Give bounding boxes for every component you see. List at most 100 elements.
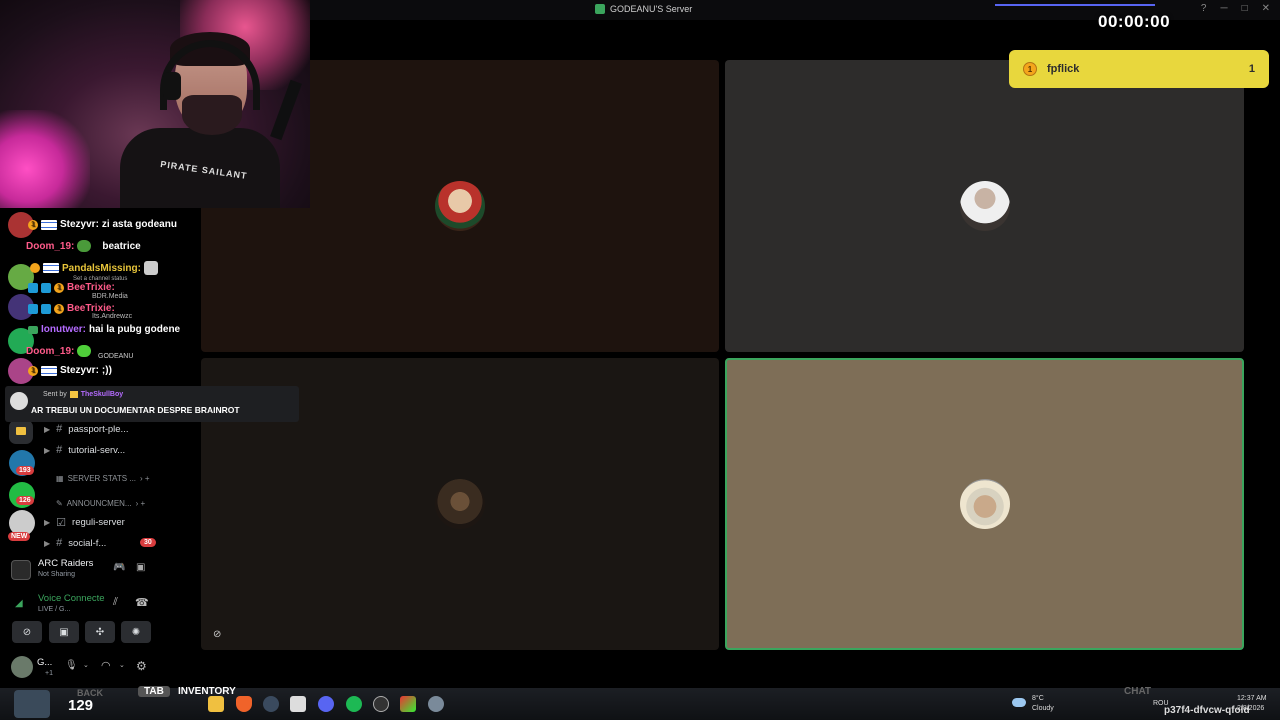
chat-user: Doom_19: — [26, 345, 75, 357]
muted-camera-icon: ⊘ — [213, 629, 222, 640]
weather-icon — [1012, 698, 1026, 707]
noise-suppression-icon[interactable]: ⫽ — [113, 596, 118, 609]
app-grid-icon[interactable] — [290, 696, 306, 712]
chat-user: Doom_19: — [26, 240, 75, 252]
channel-reguli[interactable]: ▶ ☑ reguli-server — [44, 516, 125, 529]
soundboard-icon: ✺ — [131, 626, 141, 638]
sub-badge-icon: 1 — [28, 219, 38, 230]
participant-avatar — [959, 479, 1010, 529]
overlay-chat-label: CHAT — [1124, 686, 1152, 697]
chat-user: PandalsMissing: — [62, 262, 141, 274]
badge-icon — [41, 303, 51, 314]
gear-icon[interactable]: ⚙ — [136, 659, 147, 673]
activity-title: ARC Raiders — [38, 558, 94, 569]
chat-text: zi asta godeanu — [101, 219, 177, 230]
webcam-overlay: PIRATE SAILANT — [0, 0, 310, 208]
category-server-stats[interactable]: ▦ SERVER STATS ... › + — [56, 474, 150, 483]
chat-text: beatrice — [102, 240, 141, 252]
chevron-down-icon[interactable]: ⌄ — [83, 661, 89, 669]
sent-by-line: Sent by TheSkullBoy — [43, 391, 123, 398]
headphones-icon[interactable]: ◠ — [101, 659, 111, 672]
discord-icon[interactable] — [318, 696, 334, 712]
channel-social[interactable]: ▶ # social-f... — [44, 537, 106, 549]
participant-avatar — [959, 181, 1010, 231]
category-announcements[interactable]: ✎ ANNOUNCMEN... › + — [56, 499, 145, 508]
viewer-count: 129 — [68, 697, 94, 714]
screen-share-icon[interactable]: ▣ — [136, 562, 145, 573]
ghost-text: BDR.Media — [92, 293, 128, 300]
video-tile-2[interactable] — [725, 60, 1244, 352]
participant-avatar — [435, 181, 485, 231]
avatar[interactable] — [11, 656, 33, 678]
overlay-tab-label: TAB — [138, 686, 170, 697]
overlay-back-label: BACK — [77, 688, 103, 698]
video-tile-4[interactable] — [725, 358, 1244, 650]
add-channel-icon[interactable]: › + — [136, 499, 146, 508]
channel-label: reguli-server — [72, 517, 125, 528]
settings-app-icon[interactable] — [428, 696, 444, 712]
badge-icon — [41, 282, 51, 293]
channel-passport[interactable]: ▶ # passport-ple... — [44, 423, 128, 435]
file-explorer-icon[interactable] — [208, 696, 224, 712]
maximize-icon[interactable]: □ — [1242, 3, 1248, 14]
pepe-emote-icon — [77, 240, 92, 252]
collapse-arrow-icon: ▶ — [44, 445, 51, 455]
chat-user: Stezyvr: — [60, 365, 99, 376]
sent-by-prefix: Sent by — [43, 391, 67, 398]
add-channel-icon[interactable]: › + — [140, 474, 150, 483]
help-icon[interactable]: ? — [1201, 3, 1207, 14]
microphone-icon[interactable]: 🎙 — [65, 660, 78, 671]
chat-user: BeeTrixie: — [67, 282, 115, 293]
notification-count: 1 — [1248, 63, 1255, 75]
window-title: GODEANU'S Server — [595, 4, 692, 14]
flag-icon — [41, 365, 57, 376]
discord-server-icon — [595, 4, 605, 14]
flag-icon — [41, 219, 57, 230]
stream-progress-bar — [995, 4, 1155, 6]
brave-browser-icon[interactable] — [236, 696, 252, 712]
clock-time[interactable]: 12:37 AM — [1237, 695, 1267, 702]
weather-desc: Cloudy — [1032, 705, 1054, 712]
chat-message: 1 BeeTrixie: — [28, 303, 115, 314]
megaphone-icon: ✎ — [56, 499, 63, 508]
hashtag-icon: # — [56, 537, 63, 549]
voice-detail: LIVE / G... — [38, 606, 71, 613]
cat-emote-icon — [143, 261, 158, 275]
channel-label: social-f... — [68, 537, 107, 549]
taskbar: 129 BACK TAB INVENTORY 8°C Cloudy CHAT R… — [0, 686, 1280, 720]
activities-button[interactable]: ✣ — [85, 621, 115, 643]
app-icon[interactable] — [400, 696, 416, 712]
activity-subtitle: Not Sharing — [38, 571, 75, 578]
disconnect-icon[interactable]: ☎ — [135, 596, 149, 609]
spotify-icon[interactable] — [346, 696, 362, 712]
notification-name: fpflick — [1047, 63, 1080, 75]
window-controls: ? ─ □ ✕ — [1201, 3, 1270, 14]
user-panel: G... +1 🎙 ⌄ ◠ ⌄ ⚙ — [5, 654, 157, 682]
camera-off-icon: ⊘ — [22, 626, 32, 638]
badge-icon — [28, 282, 38, 293]
mention-badge: 30 — [140, 538, 156, 547]
chat-user: BeeTrixie: — [67, 303, 115, 314]
chat-message: 1 BeeTrixie: — [28, 282, 115, 293]
chat-message: Doom_19: — [26, 345, 92, 357]
follower-notification: 1 fpflick 1 — [1009, 50, 1269, 88]
soundboard-button[interactable]: ✺ — [121, 621, 151, 643]
minimize-icon[interactable]: ─ — [1220, 3, 1227, 14]
game-icon — [11, 560, 31, 580]
weather-temp: 8°C — [1032, 695, 1044, 702]
close-icon[interactable]: ✕ — [1262, 3, 1270, 14]
steam-icon[interactable] — [263, 696, 279, 712]
channel-tutorial[interactable]: ▶ # tutorial-serv... — [44, 444, 125, 456]
ghost-text: GODEANU — [98, 353, 134, 360]
gamepad-icon[interactable]: 🎮 — [113, 562, 125, 573]
pepe-emote-icon — [77, 345, 92, 357]
share-screen-button[interactable]: ▣ — [49, 621, 79, 643]
sub-badge-icon: 1 — [28, 365, 38, 376]
toggle-camera-button[interactable]: ⊘ — [12, 621, 42, 643]
crown-icon — [69, 391, 78, 398]
chat-text: hai la pubg godene — [89, 324, 181, 335]
headset-ear — [163, 72, 181, 100]
screen: GODEANU'S Server ? ─ □ ✕ ⊘ 00:00:00 1 fp… — [0, 0, 1280, 720]
obs-icon[interactable] — [373, 696, 389, 712]
chevron-down-icon[interactable]: ⌄ — [119, 661, 125, 669]
